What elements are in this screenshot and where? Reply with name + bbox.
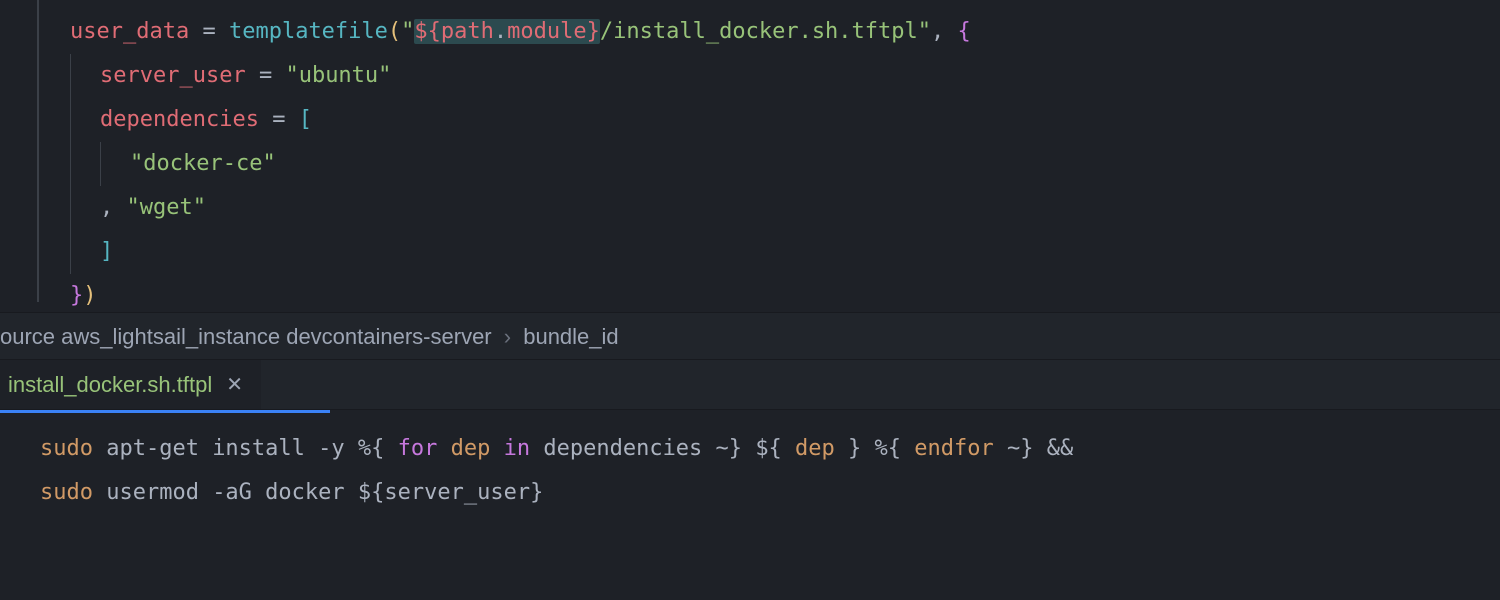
code-line[interactable]: }) xyxy=(0,274,1500,318)
code-line[interactable]: dependencies = [ xyxy=(0,98,1500,142)
tab-bar[interactable]: install_docker.sh.tftpl ✕ xyxy=(0,360,1500,410)
breadcrumb-item[interactable]: aws_lightsail_instance xyxy=(61,324,280,349)
code-line[interactable]: user_data = templatefile("${path.module}… xyxy=(0,10,1500,54)
gutter-indent-guide xyxy=(37,0,39,302)
tab-install-docker[interactable]: install_docker.sh.tftpl ✕ xyxy=(0,360,261,409)
code-line[interactable]: sudo apt-get install -y %{ for dep in de… xyxy=(0,427,1500,471)
code-line[interactable]: "docker-ce" xyxy=(0,142,1500,186)
tab-label: install_docker.sh.tftpl xyxy=(8,372,212,398)
code-line[interactable]: ] xyxy=(0,230,1500,274)
breadcrumb-item[interactable]: ource xyxy=(0,324,55,349)
close-icon[interactable]: ✕ xyxy=(226,372,243,397)
code-line[interactable]: server_user = "ubuntu" xyxy=(0,54,1500,98)
breadcrumb-item[interactable]: bundle_id xyxy=(523,324,618,349)
property: user_data xyxy=(70,19,189,44)
upper-editor[interactable]: user_data = templatefile("${path.module}… xyxy=(0,0,1500,312)
code-area[interactable]: user_data = templatefile("${path.module}… xyxy=(0,0,1500,318)
function-call: templatefile xyxy=(229,19,388,44)
breadcrumb-item[interactable]: devcontainers-server xyxy=(286,324,491,349)
lower-editor[interactable]: sudo apt-get install -y %{ for dep in de… xyxy=(0,413,1500,515)
chevron-right-icon: › xyxy=(504,324,511,349)
breadcrumb[interactable]: ource aws_lightsail_instance devcontaine… xyxy=(0,312,1500,360)
code-line[interactable]: , "wget" xyxy=(0,186,1500,230)
code-line[interactable]: sudo usermod -aG docker ${server_user} xyxy=(0,471,1500,515)
